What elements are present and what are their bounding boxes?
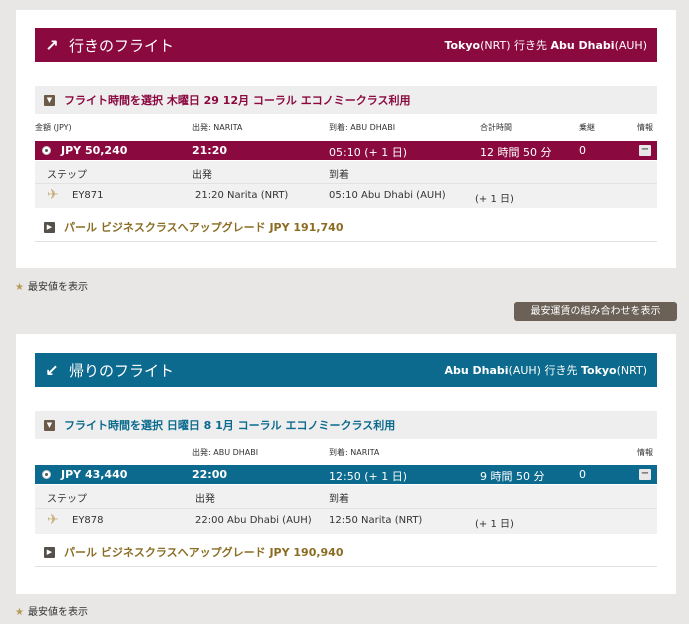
return-upgrade-link[interactable]: ▶ パール ビジネスクラスへアップグレード JPY 190,940 [35, 538, 657, 567]
return-column-headers: 出発: ABU DHABI 到着: NARITA 情報 [35, 447, 657, 463]
upgrade-label: パール ビジネスクラスへアップグレード JPY 190,940 [64, 546, 344, 559]
leg-depart: 22:00 Abu Dhabi (AUH) [195, 515, 312, 526]
return-panel: ↙ 帰りのフライト Abu Dhabi(AUH) 行き先 Tokyo(NRT) … [16, 334, 676, 594]
return-select-toggle[interactable]: ▼ フライト時間を選択 日曜日 8 1月 コーラル エコノミークラス利用 [35, 411, 657, 439]
star-icon: ★ [15, 607, 24, 618]
return-route: Abu Dhabi(AUH) 行き先 Tokyo(NRT) [444, 364, 647, 377]
col-arrive: 到着: ABU DHABI [329, 123, 396, 132]
leg-arrive: 12:50 Narita (NRT) [329, 515, 423, 526]
arrow-down-left-icon: ↙ [45, 360, 59, 380]
outbound-column-headers: 金額 (JPY) 出発: NARITA 到着: ABU DHABI 合計時間 乗… [35, 122, 657, 138]
leg-depart-label: 出発 [195, 494, 215, 505]
outbound-selected-flight[interactable]: JPY 50,240 21:20 05:10 (+ 1 日) 12 時間 50 … [35, 141, 657, 160]
col-depart: 出発: ABU DHABI [192, 448, 259, 457]
play-icon: ▶ [44, 546, 55, 558]
flight-price: JPY 50,240 [61, 144, 128, 157]
col-depart: 出発: NARITA [192, 123, 243, 132]
col-total: 合計時間 [480, 123, 512, 132]
collapse-details-button[interactable]: − [639, 469, 651, 480]
col-price: 金額 (JPY) [35, 123, 72, 132]
selected-radio[interactable] [42, 146, 51, 155]
col-transfer: 乗継 [579, 123, 595, 132]
outbound-upgrade-link[interactable]: ▶ パール ビジネスクラスへアップグレード JPY 191,740 [35, 213, 657, 242]
flight-transfers: 0 [579, 144, 586, 157]
leg-arrive-label: 到着 [329, 494, 349, 505]
outbound-leg-header: ステップ 出発 到着 [35, 161, 657, 183]
return-selected-flight[interactable]: JPY 43,440 22:00 12:50 (+ 1 日) 9 時間 50 分… [35, 465, 657, 484]
leg-flight-number: EY871 [72, 190, 104, 201]
flight-transfers: 0 [579, 468, 586, 481]
return-lowest-price-link[interactable]: ★ 最安値を表示 [15, 603, 88, 618]
leg-depart-label: 出発 [192, 170, 212, 181]
return-leg-header: ステップ 出発 到着 [35, 485, 657, 508]
return-leg-row: ✈ EY878 22:00 Abu Dhabi (AUH) 12:50 Nari… [35, 508, 657, 534]
cheapest-combination-button[interactable]: 最安運賃の組み合わせを表示 [514, 302, 677, 321]
airplane-icon: ✈ [47, 512, 59, 528]
outbound-route: Tokyo(NRT) 行き先 Abu Dhabi(AUH) [444, 39, 647, 52]
outbound-panel: ↗ 行きのフライト Tokyo(NRT) 行き先 Abu Dhabi(AUH) … [16, 10, 676, 268]
airplane-icon: ✈ [47, 187, 59, 203]
leg-depart: 21:20 Narita (NRT) [195, 190, 289, 201]
flight-arrive-time: 05:10 (+ 1 日) [329, 146, 407, 159]
leg-arrive: 05:10 Abu Dhabi (AUH) [329, 190, 446, 201]
flight-depart-time: 22:00 [192, 468, 228, 481]
upgrade-label: パール ビジネスクラスへアップグレード JPY 191,740 [64, 221, 344, 234]
outbound-leg-row: ✈ EY871 21:20 Narita (NRT) 05:10 Abu Dha… [35, 183, 657, 208]
leg-day-offset: (+ 1 日) [475, 194, 514, 205]
flight-depart-time: 21:20 [192, 144, 228, 157]
leg-step-label: ステップ [47, 494, 87, 505]
leg-step-label: ステップ [47, 170, 87, 181]
return-title: 帰りのフライト [69, 361, 175, 380]
chevron-down-icon: ▼ [44, 419, 55, 431]
outbound-select-toggle[interactable]: ▼ フライト時間を選択 木曜日 29 12月 コーラル エコノミークラス利用 [35, 86, 657, 114]
col-info: 情報 [637, 448, 653, 457]
flight-price: JPY 43,440 [61, 468, 128, 481]
flight-total-time: 9 時間 50 分 [480, 470, 545, 483]
col-arrive: 到着: NARITA [329, 448, 380, 457]
leg-arrive-label: 到着 [329, 170, 349, 181]
flight-arrive-time: 12:50 (+ 1 日) [329, 470, 407, 483]
leg-flight-number: EY878 [72, 515, 104, 526]
arrow-up-right-icon: ↗ [45, 35, 59, 55]
return-select-label: フライト時間を選択 日曜日 8 1月 コーラル エコノミークラス利用 [64, 419, 396, 432]
outbound-select-label: フライト時間を選択 木曜日 29 12月 コーラル エコノミークラス利用 [64, 94, 411, 107]
flight-total-time: 12 時間 50 分 [480, 146, 552, 159]
play-icon: ▶ [44, 221, 55, 233]
chevron-down-icon: ▼ [44, 94, 55, 106]
outbound-header: ↗ 行きのフライト Tokyo(NRT) 行き先 Abu Dhabi(AUH) [35, 28, 657, 62]
outbound-lowest-price-link[interactable]: ★ 最安値を表示 [15, 278, 88, 293]
leg-day-offset: (+ 1 日) [475, 519, 514, 530]
selected-radio[interactable] [42, 470, 51, 479]
col-info: 情報 [637, 123, 653, 132]
collapse-details-button[interactable]: − [639, 145, 651, 156]
star-icon: ★ [15, 282, 24, 293]
outbound-title: 行きのフライト [69, 36, 175, 55]
return-header: ↙ 帰りのフライト Abu Dhabi(AUH) 行き先 Tokyo(NRT) [35, 353, 657, 387]
